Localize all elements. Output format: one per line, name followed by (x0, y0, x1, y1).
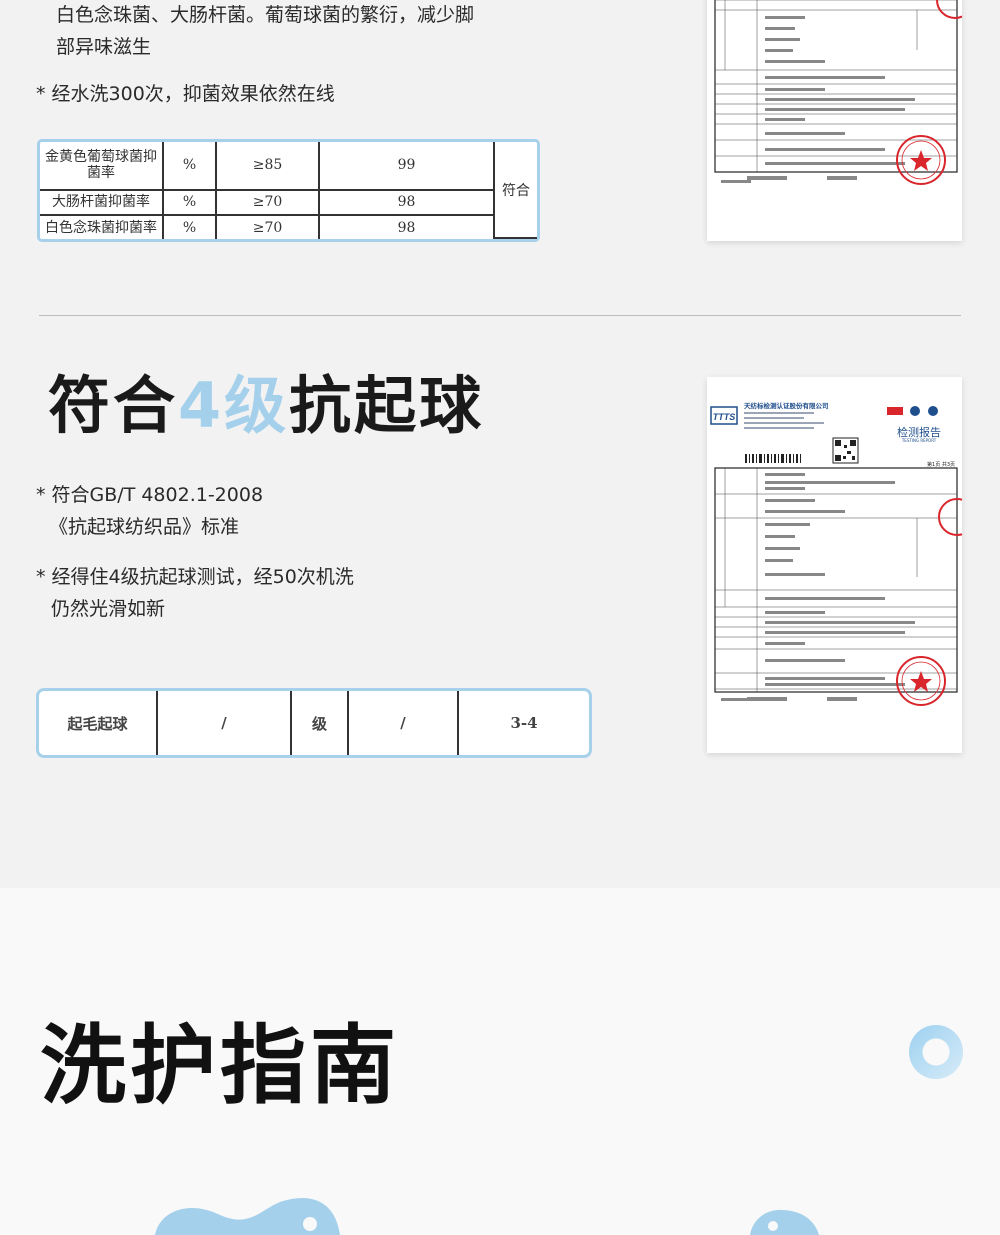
test-report-image-2: TTTS 天纺标检测认证股份有限公司 检测报告 TESTING REPORT 第… (707, 377, 962, 753)
pilling-test-bullet: * 经得住4级抗起球测试，经50次机洗 仍然光滑如新 (36, 561, 456, 625)
pilling-result: 3-4 (510, 714, 538, 732)
section-divider (39, 315, 961, 316)
antibacterial-description: 白色念珠菌、大肠杆菌。葡萄球菌的繁衍，减少脚部异味滋生 (56, 4, 475, 58)
table-row: 白色念珠菌抑菌率 % ≥70 98 (40, 216, 537, 239)
table-row: 金黄色葡萄球菌抑菌率 % ≥85 99 符合 (40, 142, 537, 239)
antibacterial-test-table: 金黄色葡萄球菌抑菌率 % ≥85 99 符合 大肠杆菌抑菌率 % ≥70 98 … (37, 139, 540, 242)
pilling-line-2: 仍然光滑如新 (51, 598, 166, 620)
report-title: 检测报告 (897, 425, 941, 439)
test-verdict: 符合 (495, 142, 537, 239)
report-document-graphic (714, 0, 962, 185)
pilling-line-1: * 经得住4级抗起球测试，经50次机洗 (36, 566, 354, 588)
decorative-ring-icon (909, 1025, 963, 1079)
report-company: 天纺标检测认证股份有限公司 (744, 401, 829, 410)
test-requirement: ≥70 (217, 190, 320, 217)
wash-durability-bullet: * 经水洗300次，抑菌效果依然在线 (36, 83, 335, 105)
test-result: 99 (320, 142, 495, 191)
decorative-blob-icon (155, 1198, 340, 1235)
report-logo: TTTS (713, 412, 736, 422)
pilling-standard: / (349, 691, 459, 755)
table-row: 起毛起球 / 级 / 3-4 (39, 691, 589, 755)
test-unit: % (164, 190, 217, 217)
standard-bullet: * 符合GB/T 4802.1-2008 《抗起球纺织品》标准 (36, 479, 456, 543)
report-title-en: TESTING REPORT (901, 438, 937, 443)
test-item-name: 大肠杆菌抑菌率 (40, 190, 164, 217)
test-item-name: 白色念珠菌抑菌率 (40, 216, 164, 239)
test-result: 98 (320, 216, 495, 239)
pilling-test-table: 起毛起球 / 级 / 3-4 (36, 688, 592, 758)
table-row: 大肠杆菌抑菌率 % ≥70 98 (40, 190, 537, 217)
report-document-graphic: TTTS 天纺标检测认证股份有限公司 检测报告 TESTING REPORT 第… (710, 401, 962, 706)
heading-accent: 4级 (178, 369, 290, 442)
test-requirement: ≥70 (217, 216, 320, 239)
test-report-image-1 (707, 0, 962, 241)
test-result: 98 (320, 190, 495, 217)
test-unit: % (164, 216, 217, 239)
test-item-name: 金黄色葡萄球菌抑菌率 (40, 142, 164, 191)
decorative-blob-icon (750, 1209, 819, 1235)
heading-prefix: 符合 (48, 369, 179, 442)
standard-line-2: 《抗起球纺织品》标准 (49, 516, 240, 538)
care-guide-heading: 洗护指南 (40, 1016, 400, 1116)
test-unit: % (164, 142, 217, 191)
anti-pilling-heading: 符合4级抗起球 (48, 366, 484, 446)
heading-suffix: 抗起球 (289, 369, 485, 442)
report-page: 第1页 共3页 (927, 461, 955, 468)
test-requirement: ≥85 (217, 142, 320, 191)
standard-line-1: * 符合GB/T 4802.1-2008 (36, 484, 264, 506)
pilling-unit: 级 (292, 691, 349, 755)
pilling-item: 起毛起球 (39, 691, 158, 755)
pilling-requirement: / (158, 691, 292, 755)
